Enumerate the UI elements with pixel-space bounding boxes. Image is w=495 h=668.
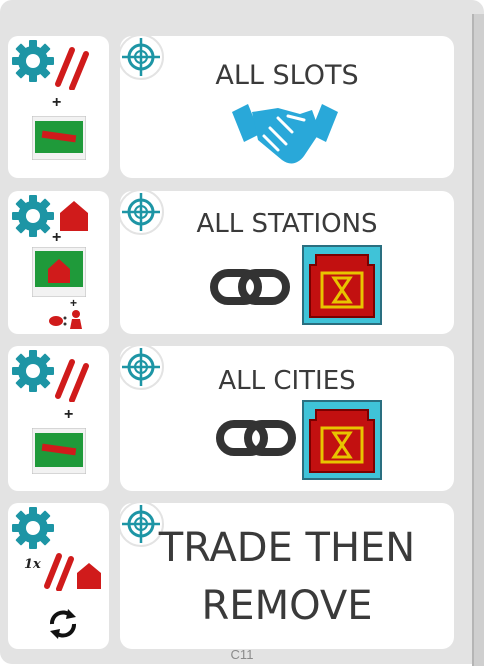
track-tile-icon [32,116,86,160]
effect-box-stations: ALL STATIONS [118,189,454,334]
station-icon [60,201,88,231]
handshake-icon [232,104,338,164]
effect-box-cities: ALL CITIES [118,344,454,491]
cost-box-cities: + [8,346,109,491]
effect-label-line2: REMOVE [201,583,373,629]
gear-icon [12,40,54,82]
gear-icon [12,507,54,549]
effect-box-slots: ALL SLOTS [118,34,454,178]
effect-label: ALL SLOTS [215,60,359,91]
plus-sign-small: + [70,296,78,310]
track-slash-icon [55,47,89,90]
effect-box-trade: TRADE THEN REMOVE [118,501,454,649]
refresh-icon [50,609,76,639]
station-tile-icon [32,247,86,297]
hourglass-card-icon [302,245,382,325]
plus-sign: + [52,94,62,111]
hourglass-card-icon [302,400,382,480]
effect-label: ALL CITIES [218,366,356,396]
multiplier-label: 1x [24,557,41,572]
track-slash-icon [44,553,74,591]
card-code: C11 [230,647,254,662]
track-slash-icon [55,359,89,402]
gear-icon [12,350,54,392]
cost-box-slots: + [8,36,109,178]
plus-sign: + [52,229,62,246]
effect-label-line1: TRADE THEN [158,525,416,571]
gear-icon [12,195,54,237]
worker-icon [49,310,82,329]
card-edge [472,14,484,666]
link-icon [210,269,290,305]
cost-box-stations: + + [8,191,109,334]
track-tile-icon [32,428,86,474]
plus-sign: + [64,406,74,423]
card: + ALL SLOTS + + ALL STATIONS + ALL CITIE… [0,0,484,666]
cost-box-trade: 1x [8,503,109,649]
link-icon [216,420,296,456]
effect-label: ALL STATIONS [196,209,378,239]
station-icon [77,563,101,589]
